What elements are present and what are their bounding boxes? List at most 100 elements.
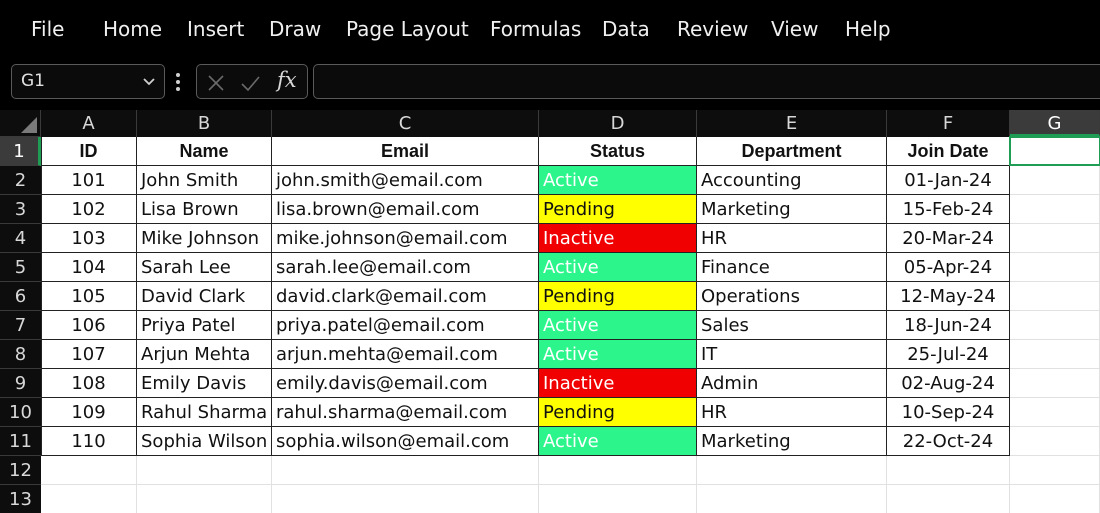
menu-formulas[interactable]: Formulas bbox=[490, 16, 581, 42]
formula-input[interactable] bbox=[313, 64, 1100, 99]
row-header-1[interactable]: 1 bbox=[0, 137, 41, 166]
cell-department[interactable] bbox=[697, 485, 887, 513]
cell-department[interactable]: Marketing bbox=[697, 427, 887, 456]
cell-name[interactable]: Rahul Sharma bbox=[137, 398, 272, 427]
cell-undefined[interactable] bbox=[1010, 485, 1100, 513]
cell-join-date[interactable]: 12-May-24 bbox=[887, 282, 1010, 311]
cell-email[interactable]: sarah.lee@email.com bbox=[272, 253, 539, 282]
cell-department[interactable] bbox=[697, 456, 887, 485]
cell-status[interactable]: Active bbox=[539, 253, 697, 282]
cell-department[interactable]: Marketing bbox=[697, 195, 887, 224]
cell-department[interactable]: HR bbox=[697, 398, 887, 427]
cell-status[interactable]: Inactive bbox=[539, 369, 697, 398]
row-header-11[interactable]: 11 bbox=[0, 427, 41, 456]
cell-id[interactable]: 104 bbox=[41, 253, 137, 282]
cell-email[interactable]: david.clark@email.com bbox=[272, 282, 539, 311]
cell-status[interactable]: Active bbox=[539, 311, 697, 340]
chevron-down-icon[interactable] bbox=[142, 77, 156, 87]
cell-status[interactable] bbox=[539, 456, 697, 485]
cell-join-date[interactable]: 22-Oct-24 bbox=[887, 427, 1010, 456]
cell-name[interactable]: David Clark bbox=[137, 282, 272, 311]
cell-name[interactable]: Arjun Mehta bbox=[137, 340, 272, 369]
menu-insert[interactable]: Insert bbox=[187, 16, 244, 42]
cell-status[interactable]: Active bbox=[539, 340, 697, 369]
menu-draw[interactable]: Draw bbox=[269, 16, 321, 42]
cell-email[interactable]: mike.johnson@email.com bbox=[272, 224, 539, 253]
cell-email[interactable]: rahul.sharma@email.com bbox=[272, 398, 539, 427]
cell-department[interactable]: Sales bbox=[697, 311, 887, 340]
cell-name[interactable]: Lisa Brown bbox=[137, 195, 272, 224]
menu-data[interactable]: Data bbox=[602, 16, 650, 42]
cell-status[interactable]: Active bbox=[539, 166, 697, 195]
header-cell-status[interactable]: Status bbox=[539, 137, 697, 166]
cell-department[interactable]: Finance bbox=[697, 253, 887, 282]
cell-email[interactable]: sophia.wilson@email.com bbox=[272, 427, 539, 456]
cell-undefined[interactable] bbox=[1010, 282, 1100, 311]
name-box[interactable]: G1 bbox=[11, 64, 165, 99]
cell-email[interactable]: john.smith@email.com bbox=[272, 166, 539, 195]
row-header-9[interactable]: 9 bbox=[0, 369, 41, 398]
cell-join-date[interactable] bbox=[887, 456, 1010, 485]
row-header-2[interactable]: 2 bbox=[0, 166, 41, 195]
cell-undefined[interactable] bbox=[1010, 311, 1100, 340]
cell-undefined[interactable] bbox=[1010, 398, 1100, 427]
more-options-icon[interactable] bbox=[174, 71, 182, 93]
column-header-e[interactable]: E bbox=[697, 110, 887, 137]
insert-function-button[interactable]: fx bbox=[277, 68, 297, 92]
cell-undefined[interactable] bbox=[1010, 340, 1100, 369]
cell-department[interactable]: Operations bbox=[697, 282, 887, 311]
cell-name[interactable]: Priya Patel bbox=[137, 311, 272, 340]
row-header-8[interactable]: 8 bbox=[0, 340, 41, 369]
row-header-12[interactable]: 12 bbox=[0, 456, 41, 485]
header-cell-id[interactable]: ID bbox=[41, 137, 137, 166]
cell-id[interactable]: 102 bbox=[41, 195, 137, 224]
row-header-10[interactable]: 10 bbox=[0, 398, 41, 427]
menu-home[interactable]: Home bbox=[103, 16, 162, 42]
cell-undefined[interactable] bbox=[1010, 253, 1100, 282]
cell-email[interactable]: arjun.mehta@email.com bbox=[272, 340, 539, 369]
header-cell-email[interactable]: Email bbox=[272, 137, 539, 166]
column-header-f[interactable]: F bbox=[887, 110, 1010, 137]
menu-review[interactable]: Review bbox=[677, 16, 748, 42]
cell-id[interactable]: 108 bbox=[41, 369, 137, 398]
row-header-7[interactable]: 7 bbox=[0, 311, 41, 340]
cell-id[interactable]: 101 bbox=[41, 166, 137, 195]
cell-email[interactable] bbox=[272, 456, 539, 485]
column-header-d[interactable]: D bbox=[539, 110, 697, 137]
cell-email[interactable] bbox=[272, 485, 539, 513]
cell-join-date[interactable]: 15-Feb-24 bbox=[887, 195, 1010, 224]
row-header-3[interactable]: 3 bbox=[0, 195, 41, 224]
cell-id[interactable]: 105 bbox=[41, 282, 137, 311]
cell-join-date[interactable]: 25-Jul-24 bbox=[887, 340, 1010, 369]
cell-undefined[interactable] bbox=[1010, 456, 1100, 485]
row-header-5[interactable]: 5 bbox=[0, 253, 41, 282]
cell-email[interactable]: priya.patel@email.com bbox=[272, 311, 539, 340]
header-cell-name[interactable]: Name bbox=[137, 137, 272, 166]
header-cell-department[interactable]: Department bbox=[697, 137, 887, 166]
cell-undefined[interactable] bbox=[1010, 166, 1100, 195]
cell-id[interactable]: 103 bbox=[41, 224, 137, 253]
select-all-corner[interactable] bbox=[0, 110, 41, 137]
cell-name[interactable]: John Smith bbox=[137, 166, 272, 195]
cell-undefined[interactable] bbox=[1010, 427, 1100, 456]
row-header-4[interactable]: 4 bbox=[0, 224, 41, 253]
column-header-a[interactable]: A bbox=[41, 110, 137, 137]
cell-id[interactable]: 106 bbox=[41, 311, 137, 340]
cell-join-date[interactable]: 20-Mar-24 bbox=[887, 224, 1010, 253]
cell-name[interactable]: Emily Davis bbox=[137, 369, 272, 398]
cell-department[interactable]: Admin bbox=[697, 369, 887, 398]
row-header-6[interactable]: 6 bbox=[0, 282, 41, 311]
cell-email[interactable]: lisa.brown@email.com bbox=[272, 195, 539, 224]
column-header-c[interactable]: C bbox=[272, 110, 539, 137]
cell-name[interactable]: Mike Johnson bbox=[137, 224, 272, 253]
row-header-13[interactable]: 13 bbox=[0, 485, 41, 513]
cell-name[interactable]: Sarah Lee bbox=[137, 253, 272, 282]
cell-join-date[interactable]: 01-Jan-24 bbox=[887, 166, 1010, 195]
menu-file[interactable]: File bbox=[31, 16, 64, 42]
cell-join-date[interactable]: 18-Jun-24 bbox=[887, 311, 1010, 340]
column-header-g[interactable]: G bbox=[1010, 110, 1100, 137]
cancel-x-icon[interactable] bbox=[205, 72, 227, 94]
cell-id[interactable]: 107 bbox=[41, 340, 137, 369]
menu-help[interactable]: Help bbox=[845, 16, 891, 42]
cell-id[interactable] bbox=[41, 485, 137, 513]
